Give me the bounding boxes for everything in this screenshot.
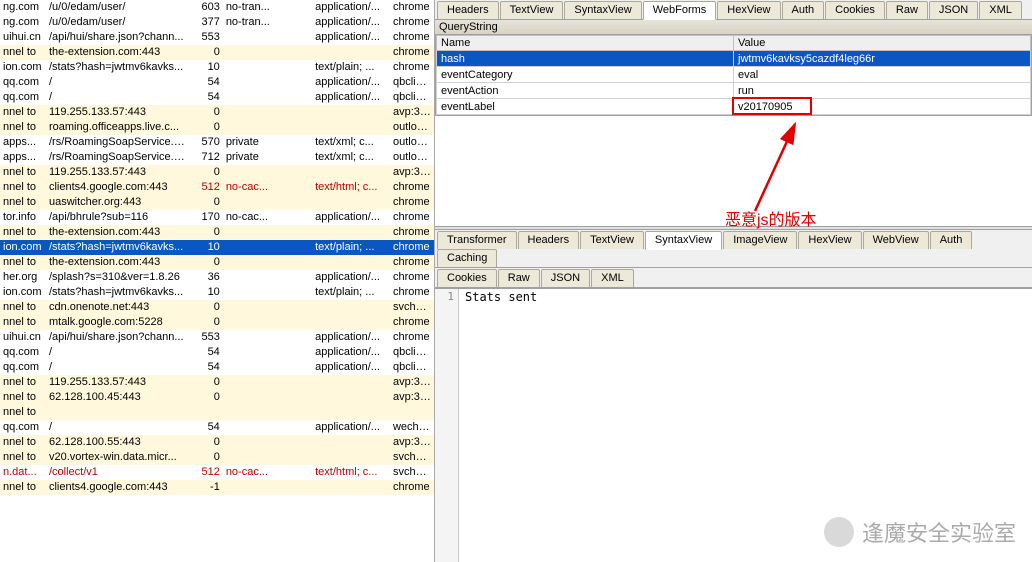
querystring-table[interactable]: Name Value hashjwtmv6kavksy5cazdf4leg66r… bbox=[435, 35, 1032, 116]
table-row[interactable]: uihui.cn/api/hui/share.json?chann...553a… bbox=[0, 330, 434, 345]
tab-hexview[interactable]: HexView bbox=[717, 1, 780, 19]
tab-webforms[interactable]: WebForms bbox=[643, 1, 717, 20]
response-tabs-row1: TransformerHeadersTextViewSyntaxViewImag… bbox=[435, 230, 1032, 268]
table-row[interactable]: tor.info/api/bhrule?sub=116170no-cac...a… bbox=[0, 210, 434, 225]
table-row[interactable]: nnel to62.128.100.45:4430avp:37... bbox=[0, 390, 434, 405]
tab-syntaxview[interactable]: SyntaxView bbox=[564, 1, 641, 19]
querystring-header: QueryString bbox=[435, 20, 1032, 35]
tab-webview[interactable]: WebView bbox=[863, 231, 929, 249]
tab-headers[interactable]: Headers bbox=[518, 231, 580, 249]
table-row[interactable]: ion.com/stats?hash=jwtmv6kavks...10text/… bbox=[0, 60, 434, 75]
querystring-row[interactable]: eventLabelv20170905 bbox=[437, 99, 1031, 115]
tab-caching[interactable]: Caching bbox=[437, 249, 497, 267]
tab-syntaxview[interactable]: SyntaxView bbox=[645, 231, 722, 250]
tab-xml[interactable]: XML bbox=[979, 1, 1022, 19]
response-text: Stats sent bbox=[459, 289, 543, 562]
table-row[interactable]: nnel toroaming.officeapps.live.c...0outl… bbox=[0, 120, 434, 135]
tab-auth[interactable]: Auth bbox=[782, 1, 825, 19]
table-row[interactable]: uihui.cn/api/hui/share.json?chann...553a… bbox=[0, 30, 434, 45]
table-row[interactable]: qq.com/54application/...wechat... bbox=[0, 420, 434, 435]
tab-raw[interactable]: Raw bbox=[886, 1, 928, 19]
inspector-panel: HeadersTextViewSyntaxViewWebFormsHexView… bbox=[435, 0, 1032, 562]
column-value[interactable]: Value bbox=[734, 36, 1031, 51]
table-row[interactable]: nnel tothe-extension.com:4430chrome bbox=[0, 45, 434, 60]
sessions-panel[interactable]: ng.com/u/0/edam/user/603no-tran...applic… bbox=[0, 0, 435, 562]
querystring-row[interactable]: hashjwtmv6kavksy5cazdf4leg66r bbox=[437, 51, 1031, 67]
table-row[interactable]: nnel tov20.vortex-win.data.micr...0svcho… bbox=[0, 450, 434, 465]
table-row[interactable]: nnel tomtalk.google.com:52280chrome bbox=[0, 315, 434, 330]
response-gutter: 1 bbox=[435, 289, 459, 562]
table-row[interactable]: nnel tothe-extension.com:4430chrome bbox=[0, 225, 434, 240]
table-row[interactable]: ng.com/u/0/edam/user/603no-tran...applic… bbox=[0, 0, 434, 15]
table-row[interactable]: nnel tocdn.onenote.net:4430svchos... bbox=[0, 300, 434, 315]
tab-json[interactable]: JSON bbox=[541, 269, 590, 287]
querystring-row[interactable]: eventCategoryeval bbox=[437, 67, 1031, 83]
table-row[interactable]: nnel tothe-extension.com:4430chrome bbox=[0, 255, 434, 270]
table-row[interactable]: qq.com/54application/...qbclien... bbox=[0, 360, 434, 375]
table-row[interactable]: ion.com/stats?hash=jwtmv6kavks...10text/… bbox=[0, 285, 434, 300]
annotation-text: 恶意js的版本 bbox=[725, 206, 817, 230]
annotation-area: 恶意js的版本 bbox=[435, 116, 1032, 226]
tab-cookies[interactable]: Cookies bbox=[825, 1, 885, 19]
table-row[interactable]: qq.com/54application/...qbclien... bbox=[0, 345, 434, 360]
table-row[interactable]: ion.com/stats?hash=jwtmv6kavks...10text/… bbox=[0, 240, 434, 255]
table-row[interactable]: nnel toclients4.google.com:443512no-cac.… bbox=[0, 180, 434, 195]
response-body[interactable]: 1 Stats sent bbox=[435, 288, 1032, 562]
table-row[interactable]: nnel to119.255.133.57:4430avp:37... bbox=[0, 105, 434, 120]
tab-xml[interactable]: XML bbox=[591, 269, 634, 287]
column-name[interactable]: Name bbox=[437, 36, 734, 51]
table-row[interactable]: nnel to119.255.133.57:4430avp:37... bbox=[0, 165, 434, 180]
table-row[interactable]: nnel to119.255.133.57:4430avp:37... bbox=[0, 375, 434, 390]
table-row[interactable]: her.org/splash?s=310&ver=1.8.2636applica… bbox=[0, 270, 434, 285]
table-row[interactable]: nnel to bbox=[0, 405, 434, 420]
tab-textview[interactable]: TextView bbox=[500, 1, 564, 19]
tab-textview[interactable]: TextView bbox=[580, 231, 644, 249]
table-row[interactable]: nnel touaswitcher.org:4430chrome bbox=[0, 195, 434, 210]
table-row[interactable]: ng.com/u/0/edam/user/377no-tran...applic… bbox=[0, 15, 434, 30]
sessions-table[interactable]: ng.com/u/0/edam/user/603no-tran...applic… bbox=[0, 0, 434, 495]
tab-raw[interactable]: Raw bbox=[498, 269, 540, 287]
table-row[interactable]: nnel to62.128.100.55:4430avp:37... bbox=[0, 435, 434, 450]
tab-auth[interactable]: Auth bbox=[930, 231, 973, 249]
tab-headers[interactable]: Headers bbox=[437, 1, 499, 19]
table-row[interactable]: n.dat.../collect/v1512no-cac...text/html… bbox=[0, 465, 434, 480]
tab-transformer[interactable]: Transformer bbox=[437, 231, 517, 249]
querystring-row[interactable]: eventActionrun bbox=[437, 83, 1031, 99]
tab-hexview[interactable]: HexView bbox=[798, 231, 861, 249]
tab-imageview[interactable]: ImageView bbox=[723, 231, 797, 249]
response-tabs-row2: CookiesRawJSONXML bbox=[435, 268, 1032, 288]
request-tabs: HeadersTextViewSyntaxViewWebFormsHexView… bbox=[435, 0, 1032, 20]
table-row[interactable]: apps.../rs/RoamingSoapService.svc570priv… bbox=[0, 135, 434, 150]
tab-cookies[interactable]: Cookies bbox=[437, 269, 497, 287]
tab-json[interactable]: JSON bbox=[929, 1, 978, 19]
table-row[interactable]: qq.com/54application/...qbclien... bbox=[0, 90, 434, 105]
table-row[interactable]: apps.../rs/RoamingSoapService.svc712priv… bbox=[0, 150, 434, 165]
table-row[interactable]: nnel toclients4.google.com:443-1chrome bbox=[0, 480, 434, 495]
table-row[interactable]: qq.com/54application/...qbclien... bbox=[0, 75, 434, 90]
